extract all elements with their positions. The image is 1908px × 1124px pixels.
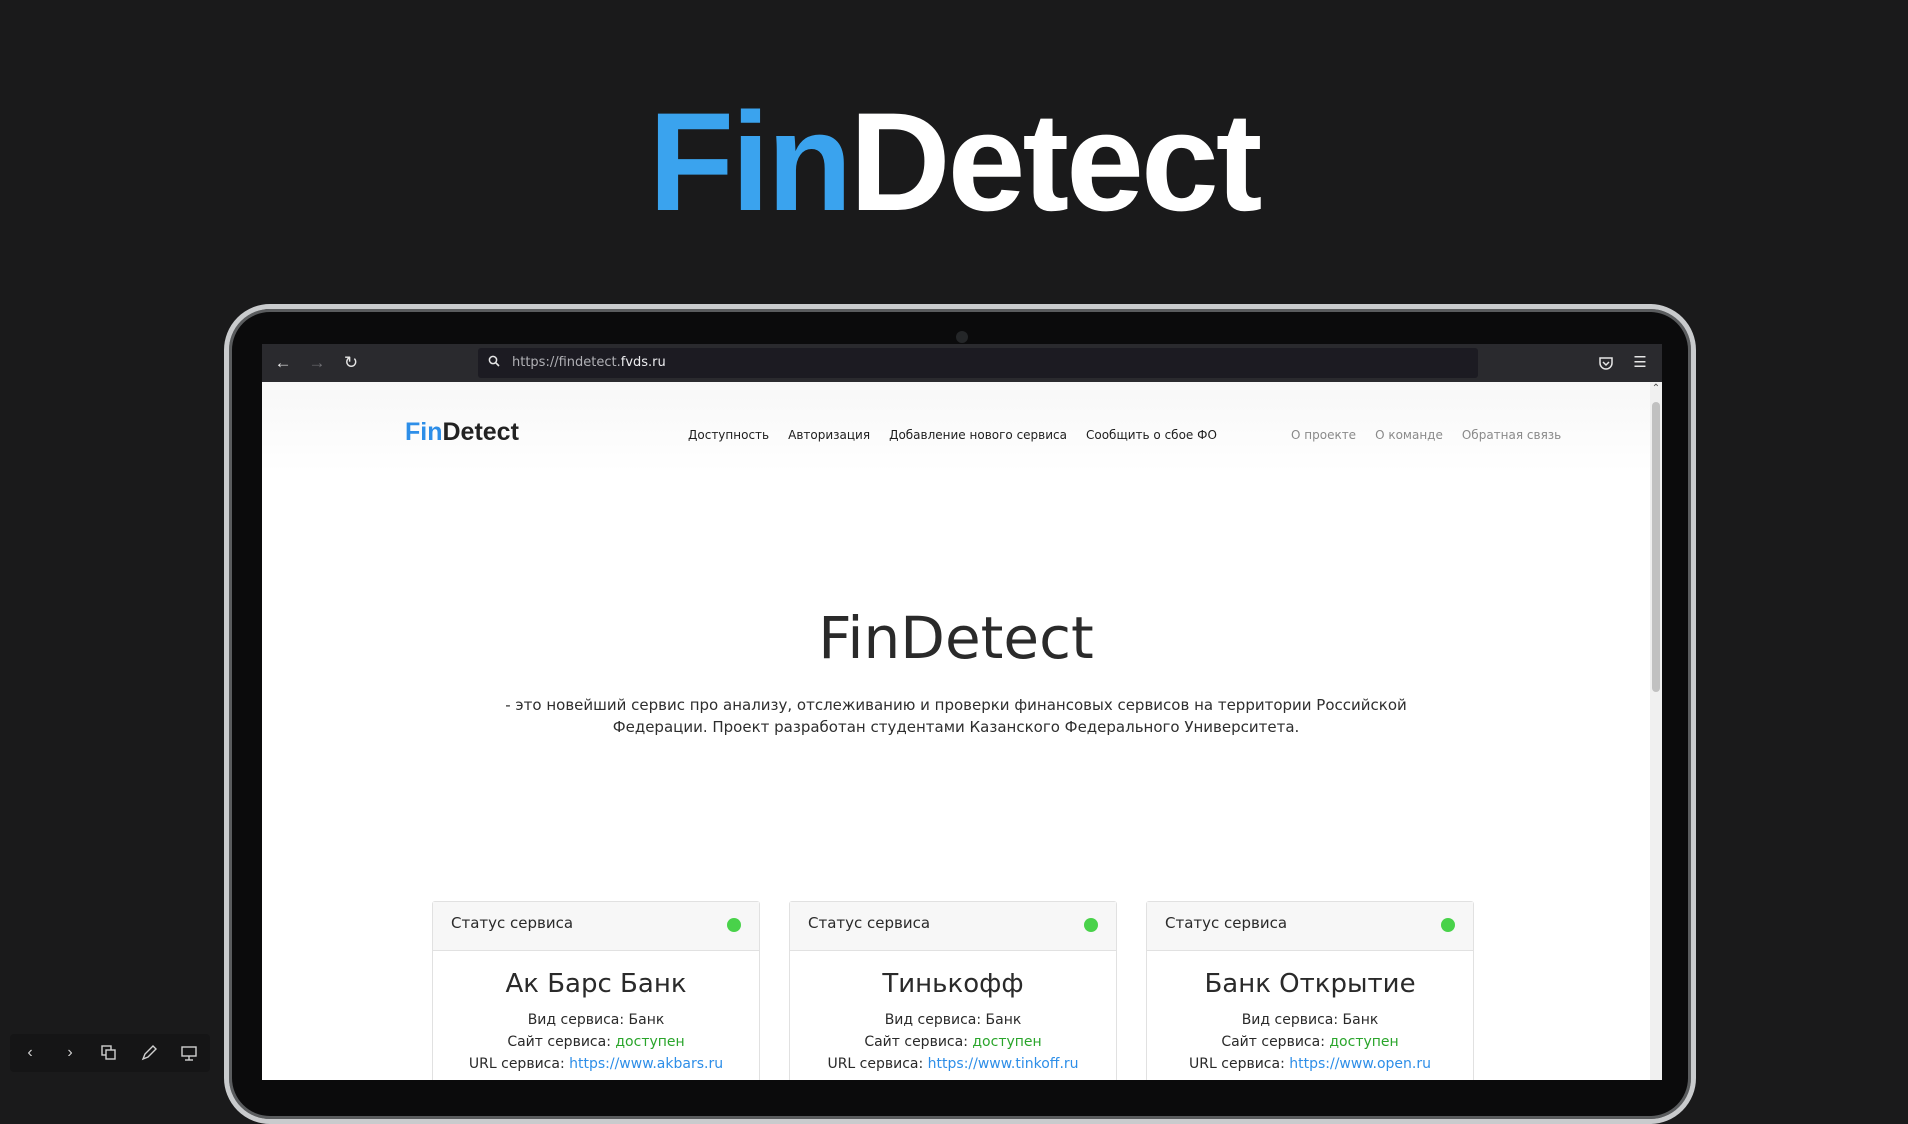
- previous-slide-icon[interactable]: ‹: [20, 1043, 40, 1063]
- web-page: FinDetect Доступность Авторизация Добавл…: [262, 382, 1650, 1080]
- card-header: Статус сервиса: [790, 902, 1116, 951]
- service-url-link[interactable]: https://www.tinkoff.ru: [928, 1056, 1079, 1072]
- site-status-value: доступен: [1329, 1034, 1399, 1050]
- card-status-label: Статус сервиса: [808, 914, 931, 932]
- scroll-thumb[interactable]: [1652, 402, 1660, 692]
- search-icon: [488, 355, 500, 367]
- slide-toolbar: ‹ ›: [10, 1034, 210, 1072]
- status-indicator-icon: [727, 918, 741, 932]
- nav-link-feedback[interactable]: Обратная связь: [1462, 428, 1561, 442]
- card-service-name: Тинькофф: [882, 969, 1024, 999]
- scroll-up-icon[interactable]: ⌃: [1650, 382, 1662, 396]
- slide-title-detect: Detect: [849, 83, 1263, 240]
- nav-link-about-team[interactable]: О команде: [1375, 428, 1443, 442]
- type-value: Банк: [985, 1012, 1022, 1028]
- site-logo[interactable]: FinDetect: [405, 418, 519, 447]
- laptop-screen: ← → ↻ https://findetect.fvds.ru ☰ FinDet…: [262, 344, 1662, 1080]
- site-label: Сайт сервиса:: [1221, 1034, 1325, 1050]
- pocket-icon[interactable]: [1596, 353, 1616, 373]
- url-label: URL сервиса:: [468, 1056, 565, 1072]
- card-site-status: Сайт сервиса: доступен: [1147, 1031, 1473, 1053]
- service-url-link[interactable]: https://www.akbars.ru: [569, 1056, 723, 1072]
- service-card-otkritie: Статус сервиса Банк Открытие Вид сервиса…: [1146, 901, 1474, 1080]
- address-bar[interactable]: https://findetect.fvds.ru: [478, 348, 1478, 378]
- hero-description: - это новейший сервис про анализу, отсле…: [505, 696, 1407, 736]
- url-text: https://findetect.fvds.ru: [512, 355, 666, 370]
- site-label: Сайт сервиса:: [507, 1034, 611, 1050]
- service-card-akbars: Статус сервиса Ак Барс Банк Вид сервиса:…: [432, 901, 760, 1080]
- card-service-type: Вид сервиса: Банк: [790, 1009, 1116, 1031]
- site-status-value: доступен: [972, 1034, 1042, 1050]
- url-prefix: https://findetect.: [512, 355, 621, 370]
- card-header: Статус сервиса: [433, 902, 759, 951]
- site-logo-detect: Detect: [442, 418, 519, 446]
- type-value: Банк: [628, 1012, 665, 1028]
- main-nav: Доступность Авторизация Добавление новог…: [688, 428, 1217, 442]
- site-logo-fin: Fin: [405, 418, 443, 446]
- site-header: FinDetect Доступность Авторизация Добавл…: [262, 382, 1650, 472]
- nav-link-availability[interactable]: Доступность: [688, 428, 769, 442]
- forward-arrow-icon[interactable]: →: [306, 352, 328, 374]
- hero-title: FinDetect: [818, 604, 1094, 672]
- next-slide-icon[interactable]: ›: [60, 1043, 80, 1063]
- card-header: Статус сервиса: [1147, 902, 1473, 951]
- type-value: Банк: [1342, 1012, 1379, 1028]
- service-url-link[interactable]: https://www.open.ru: [1289, 1056, 1431, 1072]
- site-status-value: доступен: [615, 1034, 685, 1050]
- url-domain: fvds.ru: [620, 355, 666, 370]
- presenter-view-icon[interactable]: [180, 1043, 200, 1063]
- site-label: Сайт сервиса:: [864, 1034, 968, 1050]
- card-url: URL сервиса: https://www.open.ru: [1147, 1053, 1473, 1075]
- card-service-name: Банк Открытие: [1204, 969, 1416, 999]
- status-indicator-icon: [1441, 918, 1455, 932]
- card-service-type: Вид сервиса: Банк: [1147, 1009, 1473, 1031]
- nav-link-authorization[interactable]: Авторизация: [788, 428, 870, 442]
- card-status-label: Статус сервиса: [451, 914, 574, 932]
- card-site-status: Сайт сервиса: доступен: [790, 1031, 1116, 1053]
- slide-title: FinDetect: [0, 92, 1908, 232]
- service-card-tinkoff: Статус сервиса Тинькофф Вид сервиса: Бан…: [789, 901, 1117, 1080]
- nav-link-add-service[interactable]: Добавление нового сервиса: [889, 428, 1067, 442]
- slide-title-fin: Fin: [648, 83, 853, 240]
- browser-toolbar: ← → ↻ https://findetect.fvds.ru ☰: [262, 344, 1662, 382]
- url-label: URL сервиса:: [1189, 1056, 1285, 1072]
- pen-icon[interactable]: [140, 1043, 160, 1063]
- slides-overview-icon[interactable]: [100, 1043, 120, 1063]
- url-label: URL сервиса:: [827, 1056, 924, 1072]
- nav-link-report-failure[interactable]: Сообщить о сбое ФО: [1086, 428, 1217, 442]
- reload-icon[interactable]: ↻: [340, 352, 362, 374]
- card-service-name: Ак Барс Банк: [505, 969, 687, 999]
- back-arrow-icon[interactable]: ←: [272, 352, 294, 374]
- nav-link-about-project[interactable]: О проекте: [1291, 428, 1356, 442]
- card-service-type: Вид сервиса: Банк: [433, 1009, 759, 1031]
- secondary-nav: О проекте О команде Обратная связь: [1291, 428, 1561, 442]
- card-url: URL сервиса: https://www.tinkoff.ru: [790, 1053, 1116, 1075]
- laptop-camera: [956, 331, 968, 343]
- page-scrollbar[interactable]: ⌃: [1650, 382, 1662, 1080]
- card-url: URL сервиса: https://www.akbars.ru: [433, 1053, 759, 1075]
- hamburger-menu-icon[interactable]: ☰: [1630, 353, 1650, 373]
- type-label: Вид сервиса:: [884, 1012, 982, 1028]
- card-site-status: Сайт сервиса: доступен: [433, 1031, 759, 1053]
- type-label: Вид сервиса:: [1241, 1012, 1339, 1028]
- status-indicator-icon: [1084, 918, 1098, 932]
- card-status-label: Статус сервиса: [1165, 914, 1288, 932]
- type-label: Вид сервиса:: [527, 1012, 625, 1028]
